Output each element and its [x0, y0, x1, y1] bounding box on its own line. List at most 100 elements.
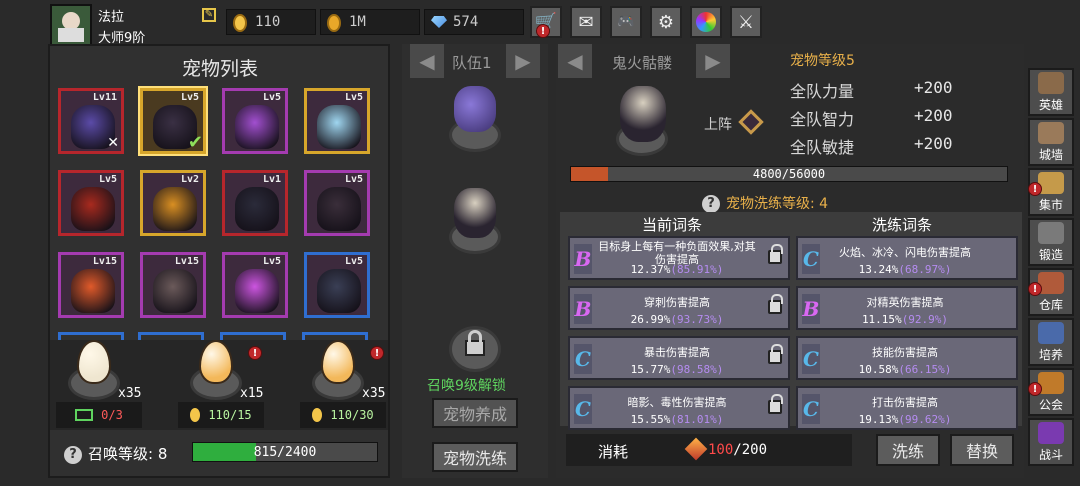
pet-slot[interactable]: Lv11 ✕	[58, 88, 124, 154]
pet-prev-arrow[interactable]: ◀	[558, 44, 592, 78]
pet-level: Lv15	[174, 256, 199, 267]
current-affix[interactable]: B 穿刺伤害提高 26.99%(93.73%)	[568, 286, 790, 330]
refine-affix[interactable]: C 火焰、冰冷、闪电伤害提高 13.24%(68.97%)	[796, 236, 1018, 280]
pet-refine-tab-button[interactable]: 宠物洗练	[432, 442, 518, 472]
pet-slot[interactable]: Lv5	[304, 88, 370, 154]
side-menu-icon	[1038, 372, 1064, 394]
refine-action-button[interactable]: 洗练	[876, 434, 940, 466]
team-prev-arrow[interactable]: ◀	[410, 44, 444, 78]
refine-level-text: 宠物洗练等级: 4	[726, 196, 829, 212]
affix-lock-icon[interactable]	[768, 344, 783, 364]
affix-grade: C	[574, 394, 592, 424]
side-menu-button[interactable]: 英雄	[1028, 68, 1074, 116]
pet-slot[interactable]: Lv5	[304, 170, 370, 236]
pet-sprite-icon	[153, 187, 197, 231]
affix-lock-icon[interactable]	[768, 394, 783, 414]
arrow-left-icon: ◀	[419, 49, 435, 73]
affix-lock-icon[interactable]	[768, 244, 783, 264]
affix-value-number: 15.77%	[630, 363, 671, 376]
sword-button[interactable]: ⚔	[730, 6, 762, 38]
summon-progress-bar: 815/2400	[192, 442, 378, 462]
team-slot-3-locked[interactable]	[440, 310, 510, 380]
refine-affix[interactable]: C 打击伤害提高 19.13%(99.62%)	[796, 386, 1018, 430]
stat-row: 全队敏捷 +200	[790, 134, 953, 158]
arrow-right-icon: ▶	[705, 49, 721, 73]
camera-button[interactable]	[690, 6, 722, 38]
pet-next-arrow[interactable]: ▶	[696, 44, 730, 78]
side-menu-button[interactable]: 城墙	[1028, 118, 1074, 166]
team-slot-2[interactable]	[440, 186, 510, 256]
side-menu-label: 培养	[1038, 348, 1063, 362]
unlock-hint: 召唤9级解锁	[427, 378, 506, 394]
team-slot-1[interactable]	[440, 84, 510, 154]
affix-grade: C	[574, 344, 592, 374]
affix-value-number: 26.99%	[630, 313, 671, 326]
player-avatar[interactable]	[50, 4, 92, 46]
shop-button[interactable]: 🛒 !	[530, 6, 562, 38]
side-menu-button[interactable]: 战斗	[1028, 418, 1074, 466]
current-affix-title: 当前词条	[642, 216, 703, 234]
pet-slot[interactable]: Lv1	[222, 170, 288, 236]
team-next-arrow[interactable]: ▶	[506, 44, 540, 78]
affix-value-number: 12.37%	[630, 263, 671, 276]
affix-value: 26.99%(93.73%)	[594, 313, 760, 326]
replace-action-button[interactable]: 替换	[950, 434, 1014, 466]
pet-slot[interactable]: Lv15	[58, 252, 124, 318]
pet-level: Lv1	[262, 174, 281, 185]
stat-value: +200	[914, 134, 953, 153]
pet-sprite-icon	[71, 187, 115, 231]
pet-level: Lv5	[180, 92, 199, 103]
affix-value-range: (81.01%)	[670, 413, 724, 426]
pet-slot[interactable]: Lv15	[140, 252, 206, 318]
pet-sprite-icon	[71, 269, 115, 313]
current-affix[interactable]: C 暗影、毒性伤害提高 15.55%(81.01%)	[568, 386, 790, 430]
current-affix[interactable]: C 暴击伤害提高 15.77%(98.58%)	[568, 336, 790, 380]
pet-slot[interactable]: Lv2	[140, 170, 206, 236]
affix-value: 12.37%(85.91%)	[594, 263, 760, 276]
pet-slot[interactable]: Lv5 ✔	[140, 88, 206, 154]
stat-name: 全队力量	[790, 82, 855, 101]
side-menu-button[interactable]: 公会!	[1028, 368, 1074, 416]
summon-help-icon[interactable]: ?	[64, 443, 82, 464]
affix-grade: C	[802, 244, 820, 274]
pet-sprite-icon	[235, 105, 279, 149]
side-menu-button[interactable]: 锻造	[1028, 218, 1074, 266]
side-menu-button[interactable]: 培养	[1028, 318, 1074, 366]
gamepad-button[interactable]: 🎮	[610, 6, 642, 38]
stat-name: 全队敏捷	[790, 138, 855, 157]
stat-value: +200	[914, 78, 953, 97]
side-menu-button[interactable]: 仓库!	[1028, 268, 1074, 316]
refine-affix[interactable]: B 对精英伤害提高 11.15%(92.9%)	[796, 286, 1018, 330]
affix-grade: C	[802, 344, 820, 374]
affix-value: 11.15%(92.9%)	[822, 313, 988, 326]
refine-help-icon[interactable]: ?	[702, 192, 720, 213]
affix-value: 10.58%(66.15%)	[822, 363, 988, 376]
checkmark-icon: ✔	[187, 132, 203, 153]
settings-button[interactable]: ⚙	[650, 6, 682, 38]
coin-counter: 110	[226, 9, 316, 35]
pet-slot[interactable]: Lv5	[304, 252, 370, 318]
current-affix[interactable]: B 目标身上每有一种负面效果,对其伤害提高 12.37%(85.91%)	[568, 236, 790, 280]
alert-badge-icon: !	[1028, 382, 1042, 396]
refine-affix[interactable]: C 技能伤害提高 10.58%(66.15%)	[796, 336, 1018, 380]
sword-icon: ⚔	[737, 11, 755, 33]
side-menu-label: 公会	[1038, 398, 1063, 412]
gear-icon: ⚙	[657, 11, 675, 33]
edit-name-icon[interactable]: ✎	[202, 8, 216, 22]
egg-progress: 0/3	[56, 402, 142, 428]
affix-lock-icon[interactable]	[768, 294, 783, 314]
mail-icon: ✉	[578, 11, 594, 33]
stat-row: 全队智力 +200	[790, 106, 953, 130]
pet-slot[interactable]: Lv5	[58, 170, 124, 236]
consume-amount: 100/200	[708, 442, 767, 458]
pet-slot[interactable]: Lv5	[222, 252, 288, 318]
gem-value: 574	[453, 14, 479, 30]
mail-button[interactable]: ✉	[570, 6, 602, 38]
pet-raise-button[interactable]: 宠物养成	[432, 398, 518, 428]
affix-value-range: (92.9%)	[901, 313, 949, 326]
pet-level: Lv5	[344, 174, 363, 185]
side-menu-button[interactable]: 集市!	[1028, 168, 1074, 216]
pet-level: Lv2	[180, 174, 199, 185]
egg-count: x35	[118, 386, 142, 401]
pet-slot[interactable]: Lv5	[222, 88, 288, 154]
